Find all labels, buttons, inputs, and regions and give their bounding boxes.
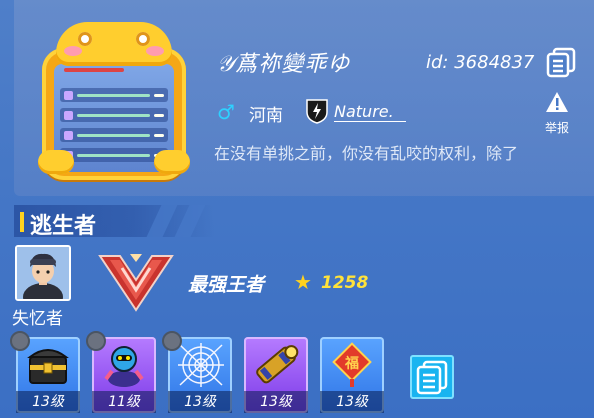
item-level: 13级 — [16, 391, 80, 413]
item-slot-3[interactable]: 13级 — [162, 331, 232, 413]
fu-charm-icon: 福 — [322, 339, 382, 391]
section-title: 逃生者 — [30, 214, 97, 239]
copy-list-icon — [416, 360, 448, 395]
item-level: 13级 — [320, 391, 384, 413]
character-portrait[interactable] — [15, 245, 71, 301]
item-slot-5[interactable]: 福 13级 — [320, 337, 384, 413]
svg-text:福: 福 — [344, 355, 359, 372]
warning-icon — [546, 92, 568, 112]
user-id: id: 3684837 — [426, 52, 535, 73]
item-slot-4[interactable]: 13级 — [244, 337, 308, 413]
lock-icon — [86, 331, 106, 351]
region-label: 河南 — [249, 106, 283, 126]
clan-badge-icon — [305, 98, 329, 124]
item-slot-2[interactable]: 11级 — [86, 331, 156, 413]
frog-foot-right — [154, 150, 190, 174]
lock-icon — [162, 331, 182, 351]
character-name: 失忆者 — [12, 309, 63, 329]
signature-text: 在没有单挑之前，你没有乱咬的权利，除了 — [214, 144, 519, 163]
report-label: 举报 — [544, 121, 569, 135]
lock-icon — [10, 331, 30, 351]
section-accent-bar — [20, 212, 24, 232]
male-gender-icon: ♂ — [217, 100, 235, 124]
frog-foot-left — [38, 150, 74, 174]
more-items-button[interactable] — [410, 355, 454, 399]
rank-emblem-icon — [96, 250, 176, 314]
frog-head-decoration — [56, 22, 172, 66]
clan-name-link[interactable]: Nature. — [334, 102, 406, 122]
report-button[interactable]: 举报 — [540, 90, 574, 136]
section-header: 逃生者 — [14, 205, 214, 239]
item-level: 13级 — [244, 391, 308, 413]
copy-id-icon[interactable] — [545, 46, 577, 78]
username: 𝒴蔿祢變乖ゆ — [217, 52, 351, 77]
avatar[interactable] — [38, 22, 190, 180]
item-slot-1[interactable]: 13级 — [10, 331, 80, 413]
item-level: 13级 — [168, 391, 232, 413]
gold-cannon-icon — [246, 339, 306, 391]
rank-name: 最强王者 — [188, 274, 265, 296]
item-level: 11级 — [92, 391, 156, 413]
star-icon: ★ — [294, 270, 312, 294]
rank-score: 1258 — [321, 273, 369, 293]
